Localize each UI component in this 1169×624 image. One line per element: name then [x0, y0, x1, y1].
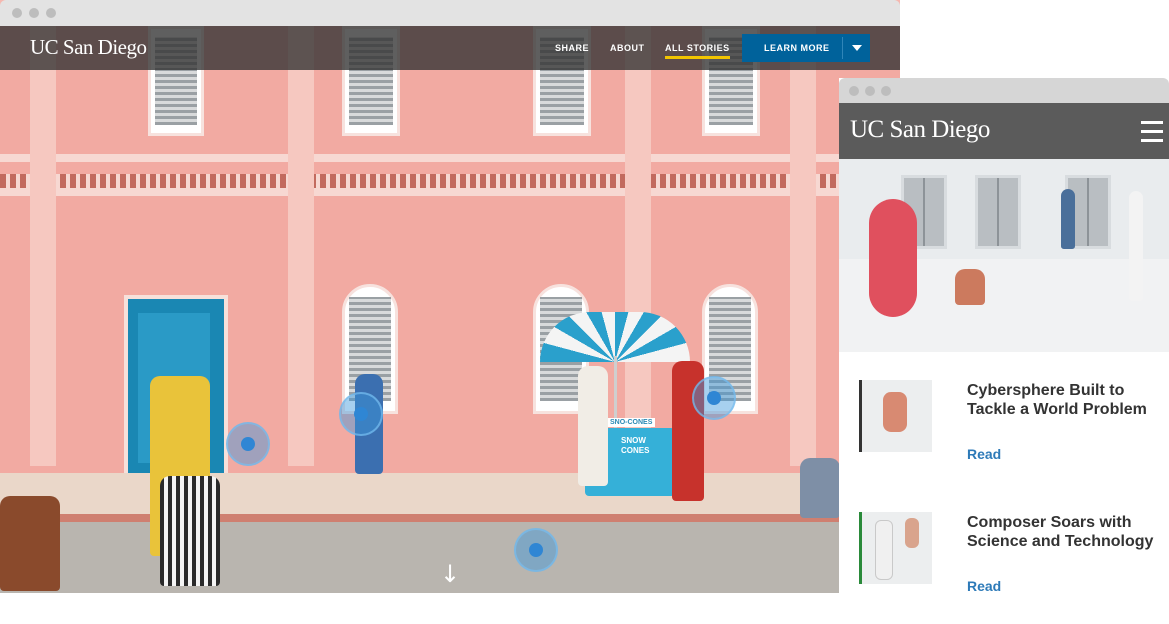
- striped-trousers: [160, 476, 220, 586]
- window-dot: [46, 8, 56, 18]
- hotspot-icon[interactable]: [514, 528, 558, 572]
- building-dentil-band: [0, 174, 900, 188]
- window-dot: [29, 8, 39, 18]
- mobile-window-chrome: [839, 78, 1169, 103]
- story-title[interactable]: Cybersphere Built to Tackle a World Prob…: [967, 381, 1157, 419]
- scroll-down-arrow-icon[interactable]: ↓: [440, 560, 460, 588]
- hero-illustration: SNO-CONES SNOW CONES ↓: [0, 26, 900, 593]
- desktop-window-chrome: [0, 0, 900, 26]
- building-cornice: [0, 154, 900, 162]
- goat-figure: [0, 496, 60, 591]
- window-dot: [849, 86, 859, 96]
- curb: [0, 514, 900, 522]
- desktop-header: UC San Diego SHARE ABOUT ALL STORIES LEA…: [0, 26, 900, 70]
- nav-all-stories[interactable]: ALL STORIES: [665, 43, 730, 59]
- vendor-figure: [578, 366, 608, 486]
- button-divider: [842, 37, 843, 59]
- hotspot-icon[interactable]: [692, 376, 736, 420]
- cart-label: SNOW CONES: [621, 436, 650, 455]
- nav-share[interactable]: SHARE: [555, 43, 589, 53]
- cart-sign: SNO-CONES: [607, 418, 656, 427]
- dancer-figure: [869, 199, 917, 317]
- hamburger-menu-icon[interactable]: [1141, 121, 1163, 143]
- story-read-link[interactable]: Read: [967, 578, 1001, 594]
- story-title[interactable]: Composer Soars with Science and Technolo…: [967, 513, 1157, 551]
- mobile-header: UC San Diego: [839, 103, 1169, 159]
- cart-umbrella: [540, 312, 690, 362]
- mobile-hero-image: [839, 159, 1169, 352]
- building-cornice: [0, 188, 900, 196]
- story-thumbnail[interactable]: [859, 512, 932, 584]
- chevron-down-icon[interactable]: [852, 45, 862, 51]
- elevator-door: [975, 175, 1021, 249]
- building-pilaster: [288, 26, 314, 466]
- parked-car: [800, 458, 840, 518]
- hotspot-icon[interactable]: [226, 422, 270, 466]
- nav-about[interactable]: ABOUT: [610, 43, 645, 53]
- building-pilaster: [30, 26, 56, 466]
- building-pilaster: [790, 26, 816, 466]
- learn-more-label: LEARN MORE: [764, 43, 830, 53]
- hotspot-icon[interactable]: [339, 392, 383, 436]
- desktop-browser-mockup: SNO-CONES SNOW CONES ↓ UC San Diego SHAR…: [0, 0, 900, 593]
- story-thumbnail[interactable]: [859, 380, 932, 452]
- uc-san-diego-logo[interactable]: UC San Diego: [30, 35, 147, 60]
- learn-more-button[interactable]: LEARN MORE: [742, 34, 870, 62]
- window-dot: [865, 86, 875, 96]
- uc-san-diego-logo[interactable]: UC San Diego: [850, 116, 990, 144]
- story-read-link[interactable]: Read: [967, 446, 1001, 462]
- window-dot: [12, 8, 22, 18]
- mobile-browser-mockup: UC San Diego Cybersphere Built to Tackle…: [839, 78, 1169, 624]
- window-dot: [881, 86, 891, 96]
- building-pilaster: [625, 26, 651, 466]
- keytar-player-figure: [1129, 191, 1143, 301]
- man-with-luggage-figure: [1061, 189, 1075, 249]
- kneeling-woman-figure: [955, 269, 985, 305]
